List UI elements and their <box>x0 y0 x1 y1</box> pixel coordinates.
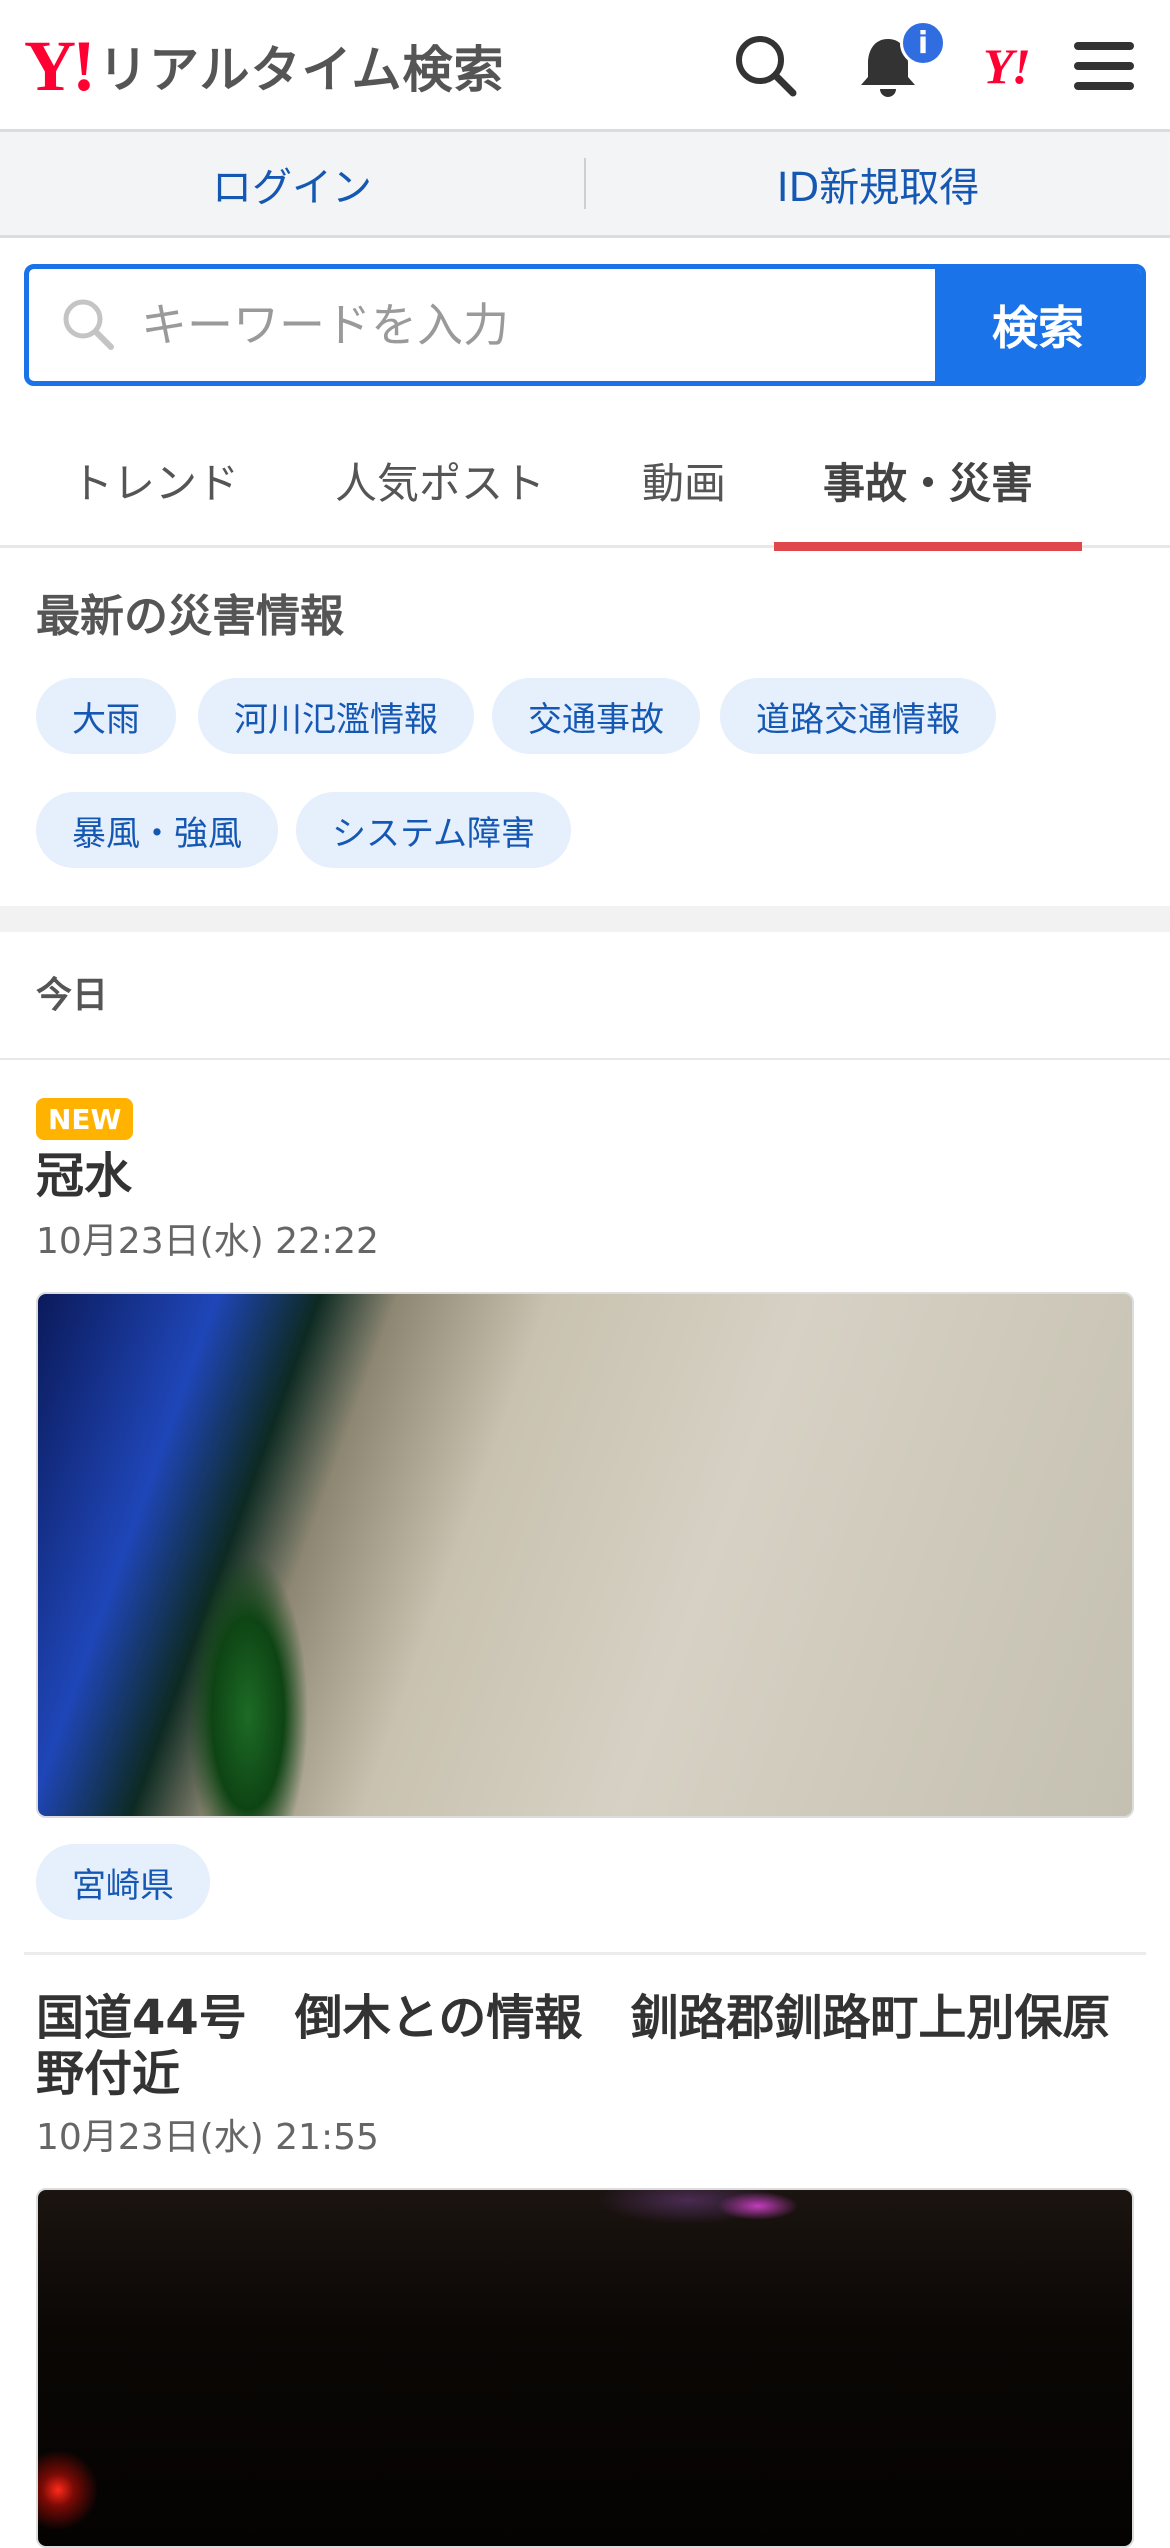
yahoo-top-link[interactable]: Y! <box>966 26 1046 106</box>
post-image[interactable] <box>36 2188 1134 2548</box>
search-icon-button[interactable] <box>726 26 806 106</box>
location-tag[interactable]: 宮崎県 <box>36 1844 210 1920</box>
chip-traffic-accident[interactable]: 交通事故 <box>492 678 700 754</box>
register-link[interactable]: ID新規取得 <box>586 132 1170 235</box>
section-title: 最新の災害情報 <box>36 591 344 642</box>
day-label: 今日 <box>36 975 109 1016</box>
search-icon <box>63 299 114 350</box>
post-date: 10月23日(水) 22:22 <box>36 1221 379 1262</box>
chip-road-traffic[interactable]: 道路交通情報 <box>720 678 996 754</box>
logo-title: リアルタイム検索 <box>97 41 505 99</box>
post-title[interactable]: 国道44号 倒木との情報 釧路郡釧路町上別保原 <box>36 1990 1110 2046</box>
category-tabs: トレンド 人気ポスト 動画 事故・災害 <box>0 412 1170 551</box>
hamburger-menu-icon <box>1074 42 1134 90</box>
new-badge: NEW <box>36 1098 134 1140</box>
tab-trend[interactable]: トレンド <box>40 412 270 548</box>
post-title[interactable]: 冠水 <box>36 1148 132 1204</box>
login-link[interactable]: ログイン <box>0 132 584 235</box>
notification-badge: i <box>900 20 946 66</box>
chip-storm-wind[interactable]: 暴風・強風 <box>36 792 278 868</box>
section-divider <box>0 906 1170 932</box>
post-date: 10月23日(水) 21:55 <box>36 2117 379 2158</box>
tab-accident-disaster[interactable]: 事故・災害 <box>774 412 1082 551</box>
search-input[interactable] <box>29 269 935 381</box>
chip-heavy-rain[interactable]: 大雨 <box>36 678 176 754</box>
yahoo-logo-mark: Y! <box>24 26 96 106</box>
search-button[interactable]: 検索 <box>935 269 1141 381</box>
search-icon <box>736 36 797 97</box>
auth-bar: ログイン ID新規取得 <box>0 132 1170 238</box>
post-title-line2[interactable]: 野付近 <box>36 2046 180 2102</box>
app-header: Y! リアルタイム検索 i Y! <box>0 0 1170 132</box>
tab-popular-posts[interactable]: 人気ポスト <box>310 412 570 548</box>
day-divider <box>0 1058 1170 1060</box>
menu-button[interactable] <box>1064 26 1144 106</box>
chip-system-failure[interactable]: システム障害 <box>296 792 571 868</box>
chip-river-flood[interactable]: 河川氾濫情報 <box>198 678 474 754</box>
post-image[interactable] <box>36 1292 1134 1818</box>
search-field <box>29 269 935 381</box>
search-form: 検索 <box>24 264 1146 386</box>
notification-button[interactable]: i <box>848 20 946 106</box>
yahoo-realtime-logo[interactable]: Y! リアルタイム検索 <box>24 28 504 104</box>
post-divider <box>24 1952 1146 1955</box>
tab-video[interactable]: 動画 <box>612 412 756 548</box>
yahoo-icon: Y! <box>983 38 1031 94</box>
